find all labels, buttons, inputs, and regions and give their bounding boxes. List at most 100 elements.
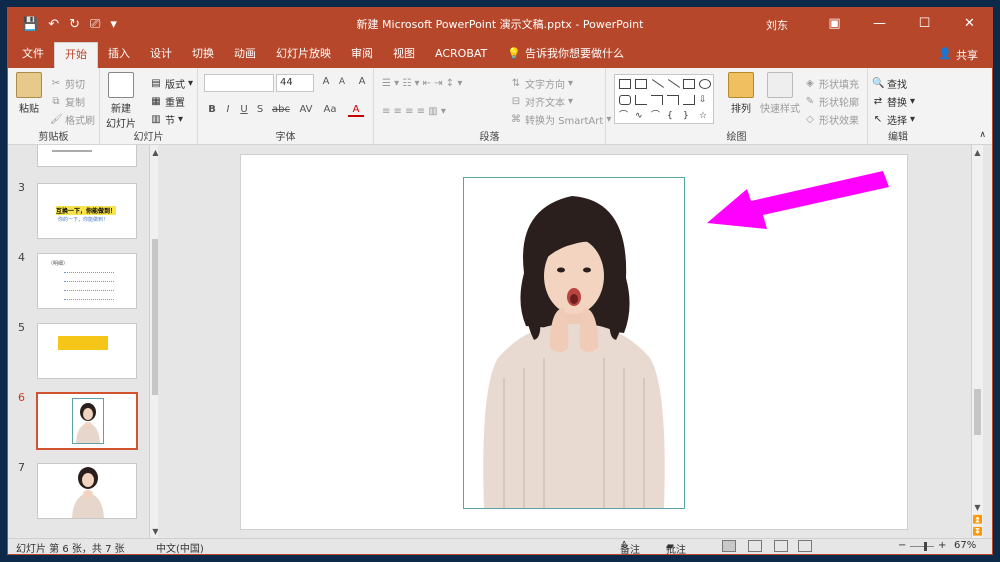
bullets-icon[interactable]: ☰ ▾ ☷ ▾ ⇤ ⇥ ↕ ▾	[382, 78, 462, 89]
shape-textbox-icon[interactable]	[619, 79, 631, 89]
zoom-out-button[interactable]: −	[898, 540, 906, 551]
thumbnail-slide-2[interactable]	[37, 145, 137, 167]
thumbnail-slide-4[interactable]: （明细）	[37, 253, 137, 309]
font-name-combo[interactable]	[204, 74, 274, 92]
shape-curve-icon[interactable]: ⌒	[619, 111, 631, 121]
reset-button[interactable]: ▦ 重置	[150, 94, 185, 110]
zoom-in-button[interactable]: +	[938, 540, 946, 551]
underline-button[interactable]: U	[236, 104, 252, 115]
scrollbar-thumb[interactable]	[152, 239, 158, 395]
replace-button[interactable]: ⇄ 替换 ▾	[872, 94, 915, 110]
shape-arrow-down-icon[interactable]: ⇩	[699, 95, 711, 105]
close-button[interactable]: ✕	[947, 8, 992, 40]
share-button[interactable]: 👤 共享	[938, 47, 978, 63]
shape-freeform-icon[interactable]: ∿	[635, 111, 647, 121]
shape-line-icon[interactable]	[651, 79, 665, 88]
previous-slide-icon[interactable]: ⏫	[972, 514, 983, 526]
shape-arrow-icon[interactable]	[683, 95, 695, 105]
font-size-combo[interactable]: 44	[276, 74, 314, 92]
find-button[interactable]: 🔍 查找	[872, 76, 907, 92]
next-slide-icon[interactable]: ⏬	[972, 526, 983, 538]
shadow-s-button[interactable]: S	[252, 104, 268, 115]
select-button[interactable]: ↖ 选择 ▾	[872, 112, 915, 128]
section-button[interactable]: ▥ 节 ▾	[150, 112, 183, 128]
tab-review[interactable]: 审阅	[341, 42, 383, 68]
layout-button[interactable]: ▤ 版式 ▾	[150, 76, 193, 92]
font-color-button[interactable]: A	[348, 104, 364, 117]
shape-rectangle-icon[interactable]	[683, 79, 695, 89]
thumbnail-slide-7[interactable]	[37, 463, 137, 519]
shrink-font-button[interactable]: A	[334, 77, 350, 87]
thumbnail-slide-5[interactable]	[37, 323, 137, 379]
shape-oval-icon[interactable]	[699, 79, 711, 89]
tab-file[interactable]: 文件	[8, 42, 54, 68]
shape-elbow-icon[interactable]	[667, 95, 679, 105]
scroll-up-icon[interactable]: ▲	[150, 147, 158, 159]
slide-scrollbar[interactable]: ▲ ▼ ⏫ ⏬	[971, 145, 983, 540]
tab-transitions[interactable]: 切换	[182, 42, 224, 68]
shape-effects-button[interactable]: ◇ 形状效果	[804, 112, 859, 128]
shape-fill-button[interactable]: ◈ 形状填充	[804, 76, 859, 92]
smartart-button[interactable]: ⌘ 转换为 SmartArt ▾	[510, 112, 611, 128]
tab-animations[interactable]: 动画	[224, 42, 266, 68]
slide-sorter-icon[interactable]	[748, 540, 762, 552]
zoom-level[interactable]: 67%	[954, 540, 976, 551]
align-text-button[interactable]: ⊟ 对齐文本 ▾	[510, 94, 573, 110]
clear-format-button[interactable]: A	[354, 76, 370, 87]
scroll-down-icon[interactable]: ▼	[150, 526, 158, 538]
language-indicator[interactable]: 中文(中国)	[156, 540, 204, 554]
change-case-button[interactable]: Aa	[320, 104, 340, 115]
shape-connector-icon[interactable]	[651, 95, 663, 105]
maximize-button[interactable]: ☐	[902, 8, 947, 40]
paste-button[interactable]: 粘贴	[16, 72, 42, 115]
scrollbar-thumb[interactable]	[974, 389, 981, 435]
thumbnail-slide-6[interactable]	[36, 392, 138, 450]
zoom-slider[interactable]	[910, 546, 934, 547]
ribbon-display-options-icon[interactable]: ▣	[812, 8, 857, 40]
zoom-slider-thumb[interactable]	[924, 542, 927, 551]
text-direction-button[interactable]: ⇅ 文字方向 ▾	[510, 76, 573, 92]
shape-outline-button[interactable]: ✎ 形状轮廓	[804, 94, 859, 110]
tab-acrobat[interactable]: ACROBAT	[425, 42, 497, 68]
collapse-ribbon-icon[interactable]: ∧	[979, 130, 986, 140]
shape-scribble-icon[interactable]: ⌒	[651, 111, 663, 121]
current-slide[interactable]	[240, 154, 908, 530]
shape-textbox-vertical-icon[interactable]	[635, 79, 647, 89]
new-slide-button[interactable]: 新建 幻灯片	[106, 72, 136, 130]
shape-triangle-icon[interactable]	[635, 95, 647, 105]
reading-view-icon[interactable]	[774, 540, 788, 552]
italic-button[interactable]: I	[220, 104, 236, 115]
user-name[interactable]: 刘东	[766, 17, 788, 33]
customize-qat-icon[interactable]: ▾	[110, 17, 117, 32]
arrange-button[interactable]: 排列	[728, 72, 754, 115]
minimize-button[interactable]: —	[857, 8, 902, 40]
tab-slideshow[interactable]: 幻灯片放映	[266, 42, 341, 68]
strikethrough-button[interactable]: abc	[270, 104, 292, 115]
bold-button[interactable]: B	[204, 104, 220, 115]
present-from-start-icon[interactable]: ⎚	[90, 17, 100, 32]
shape-star-icon[interactable]: ☆	[699, 111, 711, 121]
copy-button[interactable]: ⧉ 复制	[50, 94, 85, 110]
quick-styles-button[interactable]: 快速样式	[760, 72, 800, 115]
shape-brace-right-icon[interactable]: }	[683, 111, 695, 121]
cut-button[interactable]: ✂ 剪切	[50, 76, 85, 92]
tab-home[interactable]: 开始	[54, 42, 98, 68]
shape-rounded-rect-icon[interactable]	[619, 95, 631, 105]
grow-font-button[interactable]: A	[318, 76, 334, 87]
slideshow-icon[interactable]	[798, 540, 812, 552]
format-painter-button[interactable]: 🖌 格式刷	[50, 112, 95, 128]
undo-icon[interactable]: ↶	[48, 17, 59, 32]
save-icon[interactable]: 💾	[22, 17, 38, 32]
selected-picture[interactable]	[463, 177, 685, 509]
tell-me-box[interactable]: 💡 告诉我你想要做什么	[507, 42, 624, 68]
redo-icon[interactable]: ↻	[69, 17, 80, 32]
thumbnail-slide-3[interactable]: 互换一下，你能做到！ 你的一下，你能做到！	[37, 183, 137, 239]
shape-arrow-line-icon[interactable]	[667, 79, 681, 88]
tab-design[interactable]: 设计	[140, 42, 182, 68]
shape-brace-left-icon[interactable]: {	[667, 111, 679, 121]
tab-view[interactable]: 视图	[383, 42, 425, 68]
thumbnail-scrollbar[interactable]: ▲ ▼	[149, 145, 158, 540]
char-spacing-button[interactable]: AV	[296, 104, 316, 115]
shapes-gallery[interactable]: ⇩ ⌒ ∿ ⌒ { } ☆	[614, 74, 714, 124]
scroll-down-icon[interactable]: ▼	[972, 502, 983, 514]
